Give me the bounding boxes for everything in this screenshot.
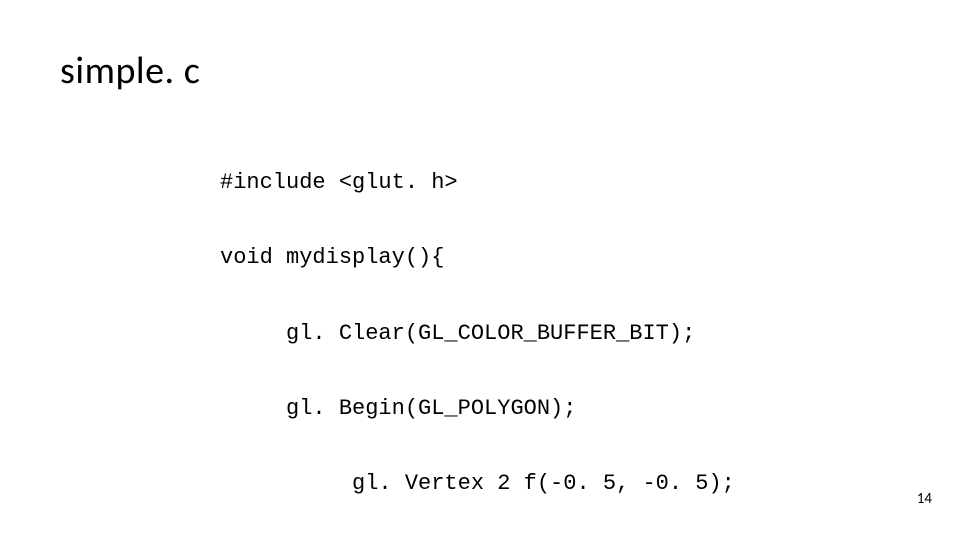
slide: simple. c #include <glut. h> void mydisp…: [0, 0, 960, 540]
code-line: gl. Begin(GL_POLYGON);: [220, 396, 735, 421]
page-title: simple. c: [60, 48, 200, 94]
code-block: #include <glut. h> void mydisplay(){ gl.…: [220, 120, 735, 540]
code-line: gl. Clear(GL_COLOR_BUFFER_BIT);: [220, 321, 735, 346]
code-line: gl. Vertex 2 f(-0. 5, -0. 5);: [220, 471, 735, 496]
page-number: 14: [917, 490, 932, 508]
code-line: void mydisplay(){: [220, 245, 735, 270]
code-line: #include <glut. h>: [220, 170, 735, 195]
